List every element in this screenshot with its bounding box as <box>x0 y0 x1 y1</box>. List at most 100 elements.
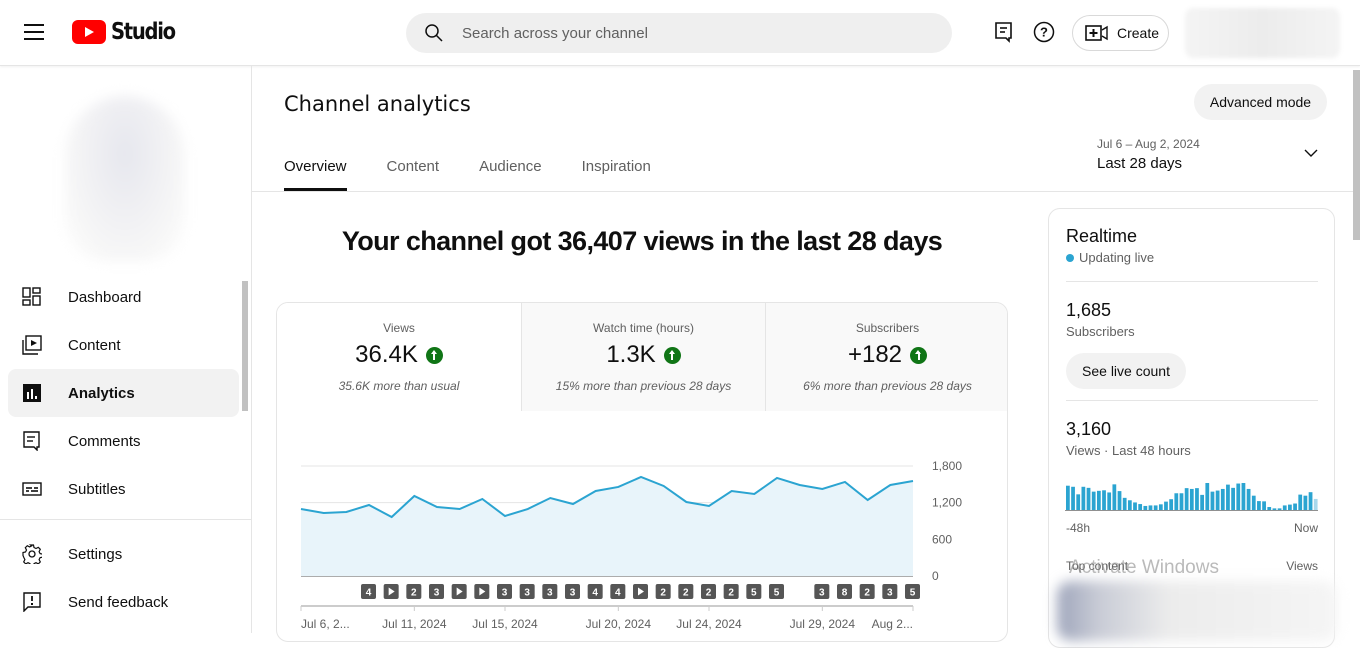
channel-avatar[interactable] <box>65 96 185 261</box>
overview-chart-card: Views 36.4K 35.6K more than usual Watch … <box>276 302 1008 642</box>
tab-overview[interactable]: Overview <box>284 158 347 191</box>
sidebar-item-dashboard[interactable]: Dashboard <box>8 273 239 321</box>
menu-icon[interactable] <box>24 24 44 40</box>
realtime-bar[interactable] <box>1102 490 1106 510</box>
realtime-bar[interactable] <box>1071 487 1075 510</box>
top-content-views-label: Views <box>1286 559 1318 573</box>
realtime-bar[interactable] <box>1138 504 1142 510</box>
realtime-bar[interactable] <box>1195 488 1199 510</box>
realtime-bar[interactable] <box>1128 500 1132 510</box>
search-input[interactable] <box>462 25 922 42</box>
tab-inspiration[interactable]: Inspiration <box>582 158 651 191</box>
search-bar[interactable] <box>406 13 952 53</box>
realtime-bar[interactable] <box>1283 505 1287 510</box>
realtime-bar[interactable] <box>1097 491 1101 510</box>
realtime-bar-chart[interactable] <box>1060 475 1325 520</box>
top-content-label: Top content <box>1066 559 1128 573</box>
help-icon[interactable]: ? <box>1033 21 1055 43</box>
realtime-bar[interactable] <box>1236 484 1240 510</box>
realtime-bar[interactable] <box>1123 498 1127 510</box>
date-range-selector[interactable]: Jul 6 – Aug 2, 2024 Last 28 days <box>1097 137 1322 177</box>
realtime-bar[interactable] <box>1278 508 1282 510</box>
realtime-bar[interactable] <box>1304 496 1308 510</box>
realtime-bar[interactable] <box>1159 504 1163 510</box>
arrow-up-icon <box>426 347 443 364</box>
create-button[interactable]: Create <box>1072 15 1169 51</box>
advanced-mode-button[interactable]: Advanced mode <box>1194 84 1327 120</box>
realtime-bar[interactable] <box>1288 505 1292 510</box>
realtime-bar[interactable] <box>1293 504 1297 510</box>
metric-tab-views[interactable]: Views 36.4K 35.6K more than usual <box>277 303 521 411</box>
metric-tab-watch-time[interactable]: Watch time (hours) 1.3K 15% more than pr… <box>521 303 765 411</box>
metric-value: 1.3K <box>606 341 655 369</box>
realtime-bar[interactable] <box>1262 501 1266 510</box>
realtime-bar[interactable] <box>1185 488 1189 510</box>
page-title: Channel analytics <box>284 92 471 116</box>
feedback-comment-icon[interactable] <box>993 21 1015 43</box>
sidebar-item-comments[interactable]: Comments <box>8 417 239 465</box>
realtime-bar[interactable] <box>1076 494 1080 510</box>
create-label: Create <box>1117 25 1159 41</box>
realtime-axis-start: -48h <box>1066 521 1090 535</box>
realtime-bar[interactable] <box>1118 491 1122 510</box>
sidebar-item-send-feedback[interactable]: Send feedback <box>8 578 239 626</box>
realtime-bar[interactable] <box>1273 508 1277 510</box>
realtime-card: Realtime Updating live 1,685 Subscribers… <box>1048 208 1335 648</box>
comments-icon <box>22 431 42 451</box>
realtime-bar[interactable] <box>1252 496 1256 510</box>
realtime-bar[interactable] <box>1200 495 1204 510</box>
realtime-bar[interactable] <box>1190 489 1194 510</box>
logo-text: Studio <box>111 19 175 45</box>
realtime-bar[interactable] <box>1081 487 1085 510</box>
realtime-views-value: 3,160 <box>1066 419 1111 440</box>
feedback-icon <box>22 592 42 612</box>
realtime-bar[interactable] <box>1107 492 1111 510</box>
realtime-bar[interactable] <box>1247 489 1251 510</box>
realtime-bar[interactable] <box>1092 492 1096 510</box>
realtime-bar[interactable] <box>1205 483 1209 510</box>
realtime-bar[interactable] <box>1143 506 1147 510</box>
realtime-bar[interactable] <box>1133 502 1137 510</box>
metric-label: Subscribers <box>766 321 1008 335</box>
realtime-bar[interactable] <box>1226 485 1230 510</box>
realtime-bar[interactable] <box>1242 483 1246 510</box>
metric-value: +182 <box>848 341 902 369</box>
sidebar-item-analytics[interactable]: Analytics <box>8 369 239 417</box>
realtime-bar[interactable] <box>1180 493 1184 510</box>
realtime-bar[interactable] <box>1169 499 1173 510</box>
top-content-item[interactable] <box>1057 581 1337 641</box>
realtime-bar[interactable] <box>1066 486 1070 510</box>
realtime-bar[interactable] <box>1221 489 1225 510</box>
metric-tab-subscribers[interactable]: Subscribers +182 6% more than previous 2… <box>765 303 1008 411</box>
sidebar-item-content[interactable]: Content <box>8 321 239 369</box>
realtime-subscribers-value: 1,685 <box>1066 300 1111 321</box>
arrow-up-icon <box>664 347 681 364</box>
dashboard-icon <box>22 287 42 307</box>
realtime-bar[interactable] <box>1087 488 1091 510</box>
gear-icon <box>22 544 42 564</box>
sidebar-item-subtitles[interactable]: Subtitles <box>8 465 239 513</box>
realtime-bar[interactable] <box>1164 502 1168 510</box>
realtime-bar[interactable] <box>1154 505 1158 510</box>
realtime-bar[interactable] <box>1257 501 1261 510</box>
realtime-bar[interactable] <box>1298 495 1302 510</box>
realtime-bar[interactable] <box>1112 484 1116 510</box>
realtime-bar[interactable] <box>1149 505 1153 510</box>
tab-audience[interactable]: Audience <box>479 158 542 191</box>
realtime-bar[interactable] <box>1314 499 1318 510</box>
sidebar-item-settings[interactable]: Settings <box>8 530 239 578</box>
arrow-up-icon <box>910 347 927 364</box>
metric-comparison: 6% more than previous 28 days <box>766 379 1008 393</box>
realtime-bar[interactable] <box>1216 491 1220 510</box>
realtime-bar[interactable] <box>1174 493 1178 510</box>
realtime-bar[interactable] <box>1309 492 1313 510</box>
tab-content[interactable]: Content <box>387 158 440 191</box>
realtime-bar[interactable] <box>1267 507 1271 510</box>
see-live-count-button[interactable]: See live count <box>1066 353 1186 389</box>
account-avatar[interactable] <box>1185 8 1340 58</box>
studio-logo[interactable]: Studio <box>72 19 186 45</box>
realtime-bar[interactable] <box>1231 488 1235 510</box>
realtime-bar[interactable] <box>1211 492 1215 510</box>
main-scrollbar[interactable] <box>1353 70 1360 240</box>
sidebar-scrollbar[interactable] <box>242 281 248 411</box>
